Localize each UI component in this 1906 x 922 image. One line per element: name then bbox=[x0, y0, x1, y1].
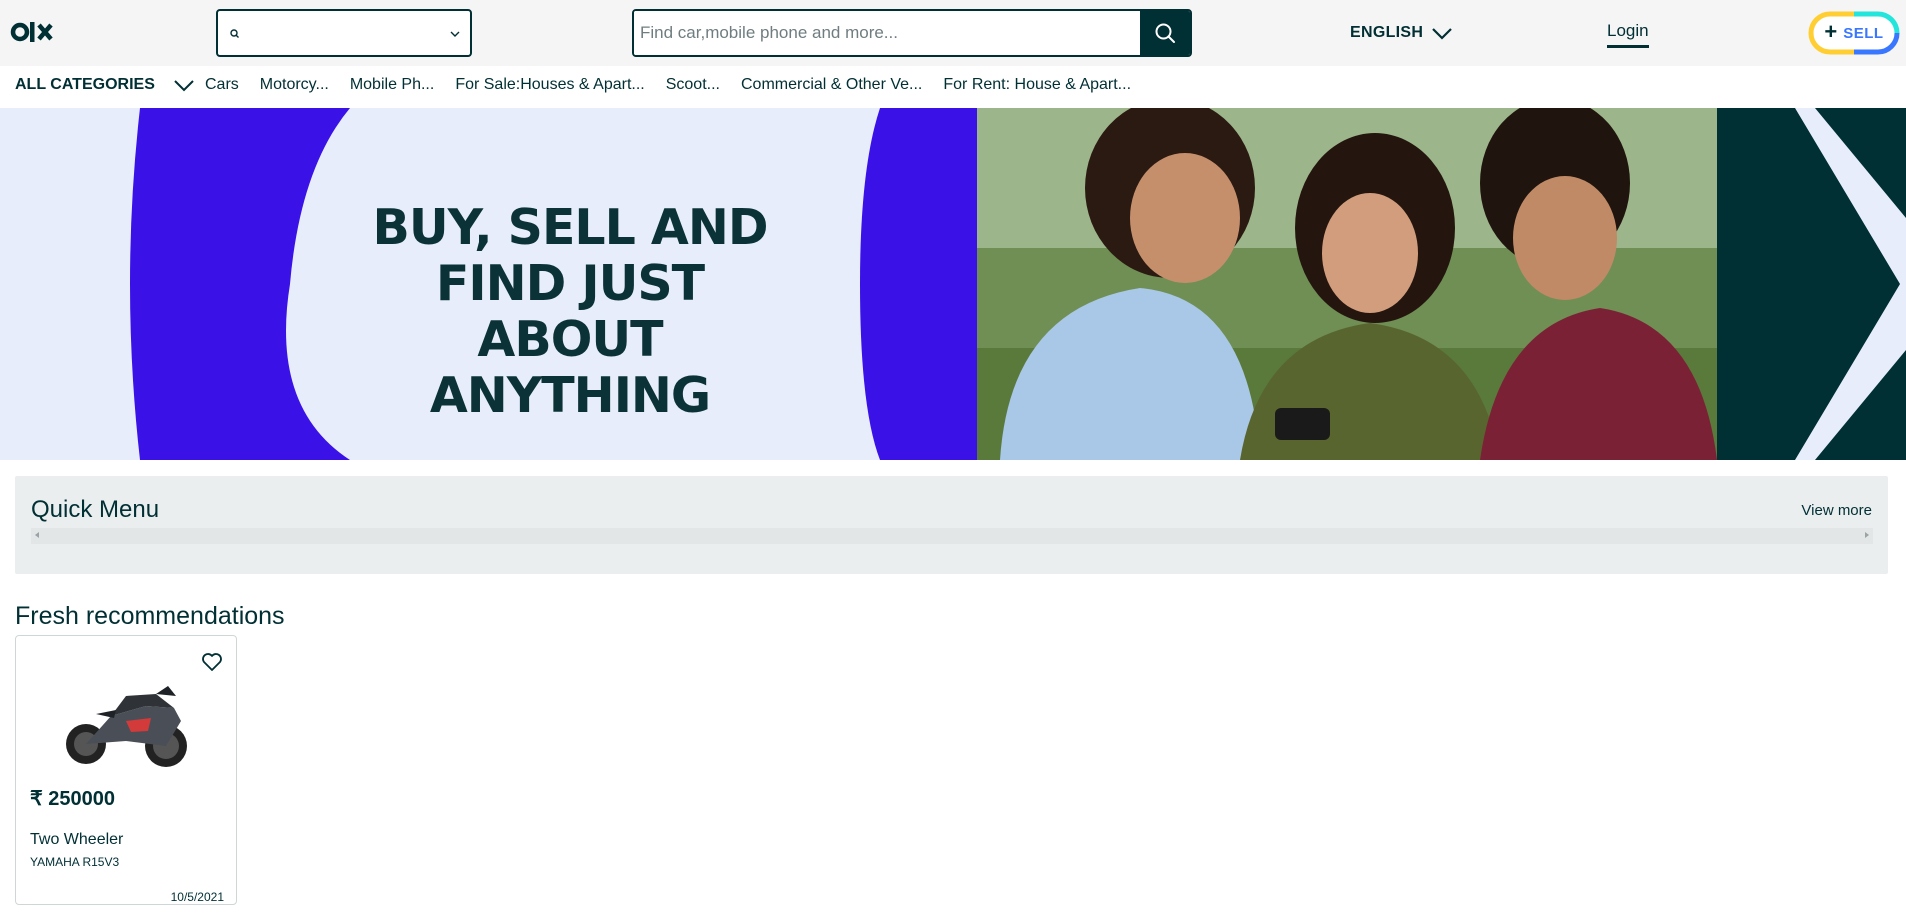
location-selector[interactable] bbox=[216, 9, 472, 57]
search-button[interactable] bbox=[1140, 11, 1190, 55]
login-link[interactable]: Login bbox=[1607, 21, 1649, 48]
banner-line: ANYTHING bbox=[429, 367, 711, 424]
category-link[interactable]: For Sale:Houses & Apart... bbox=[455, 76, 644, 94]
search-input[interactable] bbox=[634, 11, 1144, 55]
banner-line: BUY, SELL AND bbox=[372, 199, 768, 256]
quick-menu: Quick Menu View more bbox=[15, 476, 1888, 574]
quick-menu-scrollbar[interactable] bbox=[31, 528, 1873, 544]
plus-icon: + bbox=[1824, 19, 1838, 44]
search-icon bbox=[1155, 23, 1175, 43]
listing-date: 10/5/2021 bbox=[170, 890, 224, 904]
sell-label: SELL bbox=[1843, 24, 1884, 42]
category-link[interactable]: Scoot... bbox=[666, 76, 720, 94]
all-categories-button[interactable]: ALL CATEGORIES bbox=[15, 76, 195, 94]
banner-graphic bbox=[0, 108, 1906, 460]
top-header: ENGLISH Login + SELL bbox=[0, 0, 1906, 66]
language-label: ENGLISH bbox=[1350, 24, 1424, 41]
listing-card[interactable]: ₹ 250000 Two Wheeler YAMAHA R15V3 10/5/2… bbox=[15, 635, 237, 905]
view-more-link[interactable]: View more bbox=[1801, 502, 1872, 519]
listing-title: Two Wheeler bbox=[30, 831, 124, 848]
fresh-recommendations-title: Fresh recommendations bbox=[15, 602, 285, 630]
category-link[interactable]: Commercial & Other Ve... bbox=[741, 76, 922, 94]
category-link[interactable]: Motorcy... bbox=[260, 76, 329, 94]
olx-logo[interactable] bbox=[10, 14, 58, 50]
language-selector[interactable]: ENGLISH bbox=[1350, 22, 1453, 44]
category-links: Cars Motorcy... Mobile Ph... For Sale:Ho… bbox=[205, 76, 1152, 94]
listing-price: ₹ 250000 bbox=[30, 788, 116, 810]
category-link[interactable]: Mobile Ph... bbox=[350, 76, 434, 94]
category-link[interactable]: Cars bbox=[205, 76, 239, 94]
category-link[interactable]: For Rent: House & Apart... bbox=[943, 76, 1131, 94]
chevron-down-icon bbox=[1432, 28, 1452, 40]
quick-menu-title: Quick Menu bbox=[31, 496, 160, 523]
listing-image bbox=[66, 686, 187, 767]
banner-headline: BUY, SELL AND FIND JUST ABOUT ANYTHING bbox=[340, 200, 800, 424]
search-icon bbox=[230, 29, 239, 38]
category-bar: ALL CATEGORIES Cars Motorcy... Mobile Ph… bbox=[0, 66, 1906, 108]
listing-subtitle: YAMAHA R15V3 bbox=[30, 855, 120, 869]
sell-button[interactable]: + SELL bbox=[1806, 9, 1902, 57]
scroll-right-icon[interactable] bbox=[1865, 532, 1869, 538]
scroll-left-icon[interactable] bbox=[35, 532, 39, 538]
search-bar bbox=[632, 9, 1192, 57]
all-categories-label: ALL CATEGORIES bbox=[15, 76, 155, 93]
chevron-down-icon bbox=[174, 80, 194, 92]
hero-banner[interactable]: BUY, SELL AND FIND JUST ABOUT ANYTHING bbox=[0, 108, 1906, 460]
banner-line: FIND JUST ABOUT bbox=[435, 255, 705, 368]
chevron-down-icon[interactable] bbox=[448, 27, 462, 41]
sell-label-group: + SELL bbox=[1806, 9, 1902, 57]
heart-icon[interactable] bbox=[200, 650, 224, 674]
